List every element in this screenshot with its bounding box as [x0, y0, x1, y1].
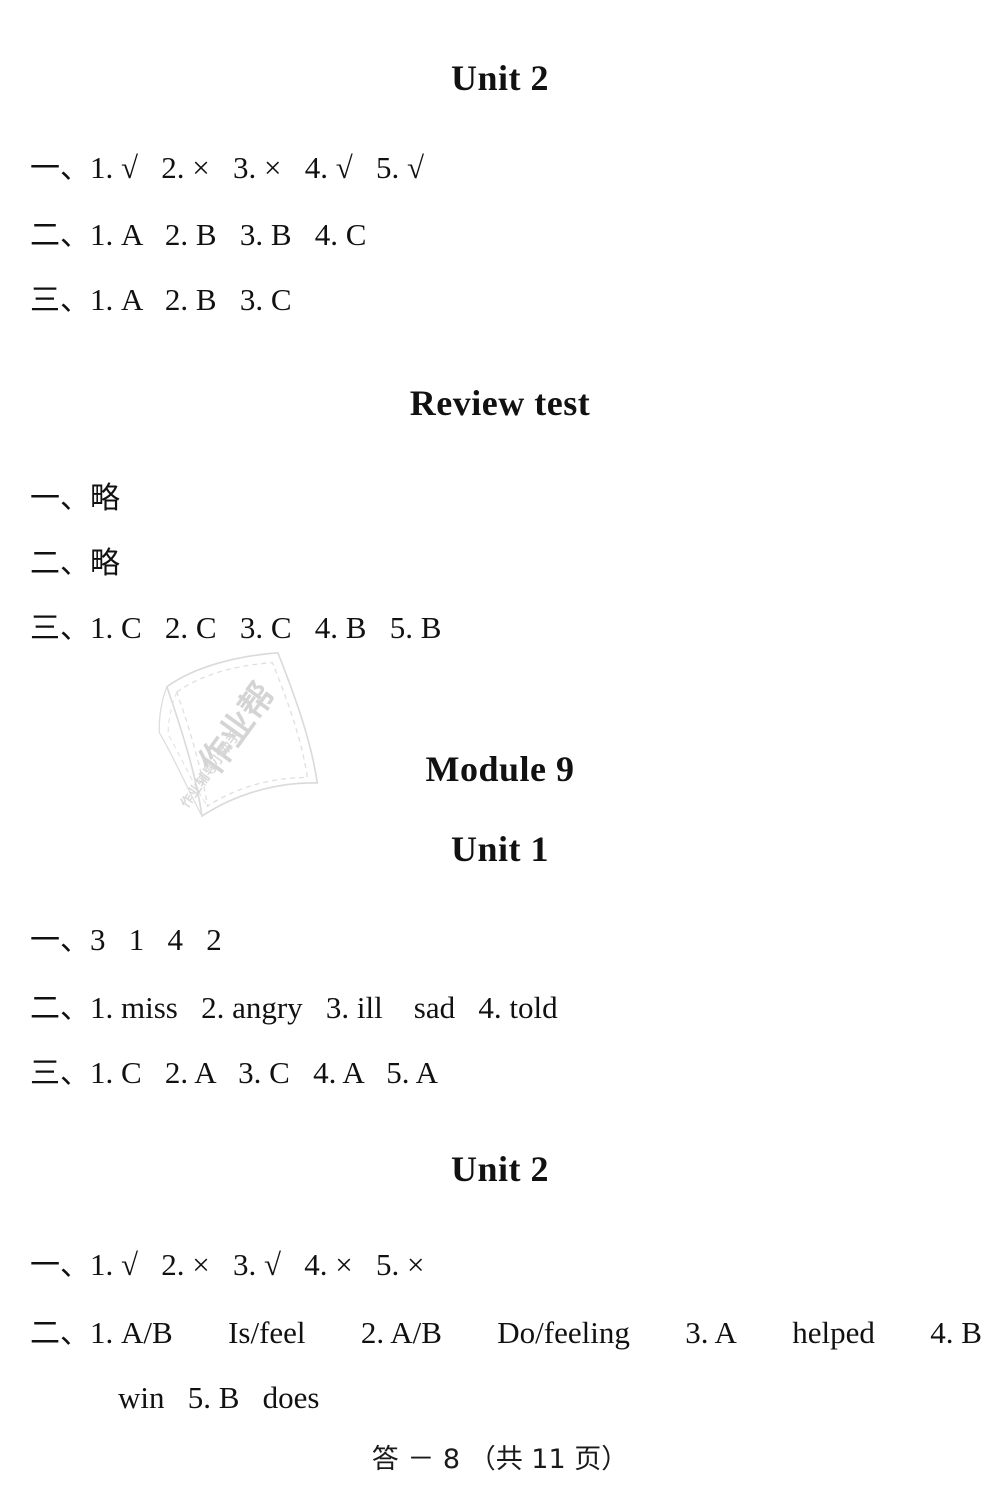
section-heading-module-9: Module 9	[425, 749, 575, 789]
answer-marker: 二、	[30, 991, 90, 1026]
answer-segment: 3. A	[685, 1315, 737, 1350]
answer-line: 一、1. √ 2. × 3. × 4. √ 5. √	[30, 148, 424, 189]
answer-marker: 一、	[30, 1248, 90, 1283]
answer-line-continuation: win 5. B does	[118, 1380, 320, 1415]
section-heading-unit-2-a: Unit 2	[450, 58, 549, 98]
answer-line: 二、略	[30, 543, 120, 584]
answer-marker: 二、	[30, 1316, 90, 1351]
answer-content: 略	[90, 546, 120, 581]
answer-line: 一、1. √ 2. × 3. √ 4. × 5. ×	[30, 1245, 424, 1286]
answer-line-justified: 二、1. A/B Is/feel 2. A/B Do/feeling 3. A …	[30, 1313, 982, 1354]
answer-marker: 三、	[30, 611, 90, 646]
answer-line: 二、1. miss 2. angry 3. ill sad 4. told	[30, 988, 558, 1029]
answer-segment: Do/feeling	[497, 1315, 630, 1350]
answer-marker: 一、	[30, 923, 90, 958]
answer-content: 略	[90, 481, 120, 516]
section-heading-review-test: Review test	[409, 383, 591, 423]
answer-line: 一、3 1 4 2	[30, 920, 222, 961]
answer-marker-segment: 二、1. A/B	[30, 1313, 173, 1354]
answer-segment: 1. A/B	[90, 1315, 173, 1350]
answer-line: 二、1. A 2. B 3. B 4. C	[30, 215, 366, 256]
answer-segment: helped	[792, 1315, 875, 1350]
answer-key-page: Unit 2 一、1. √ 2. × 3. × 4. √ 5. √ 二、1. A…	[0, 0, 1000, 1512]
answer-content: 1. √ 2. × 3. × 4. √ 5. √	[90, 150, 425, 185]
answer-content: 1. C 2. A 3. C 4. A 5. A	[90, 1055, 438, 1090]
answer-marker: 一、	[30, 481, 90, 516]
answer-segment: Is/feel	[228, 1315, 306, 1350]
answer-segment: 4. B	[930, 1315, 982, 1350]
answer-line: 三、1. C 2. C 3. C 4. B 5. B	[30, 608, 441, 649]
answer-line: 三、1. A 2. B 3. C	[30, 280, 292, 321]
answer-marker: 三、	[30, 1056, 90, 1091]
answer-content: 1. C 2. C 3. C 4. B 5. B	[90, 610, 442, 645]
answer-marker: 三、	[30, 283, 90, 318]
answer-marker: 二、	[30, 218, 90, 253]
section-heading-unit-2-b: Unit 2	[450, 1149, 549, 1189]
answer-marker: 一、	[30, 151, 90, 186]
section-heading-unit-1: Unit 1	[450, 829, 549, 869]
answer-content: 1. A 2. B 3. C	[90, 282, 292, 317]
answer-segment: 2. A/B	[360, 1315, 442, 1350]
answer-content: 1. A 2. B 3. B 4. C	[90, 217, 367, 252]
answer-line: 三、1. C 2. A 3. C 4. A 5. A	[30, 1053, 438, 1094]
answer-content: 1. miss 2. angry 3. ill sad 4. told	[90, 990, 558, 1025]
watermark-stamp: 作业帮 作业辅导小助手 作业帮 作业辅导小助手	[132, 638, 352, 838]
answer-content: 3 1 4 2	[90, 922, 222, 957]
answer-marker: 二、	[30, 546, 90, 581]
answer-content: 1. √ 2. × 3. √ 4. × 5. ×	[90, 1247, 425, 1282]
answer-line: 一、略	[30, 478, 120, 519]
page-footer: 答 － 8 （共 11 页）	[371, 1444, 629, 1475]
